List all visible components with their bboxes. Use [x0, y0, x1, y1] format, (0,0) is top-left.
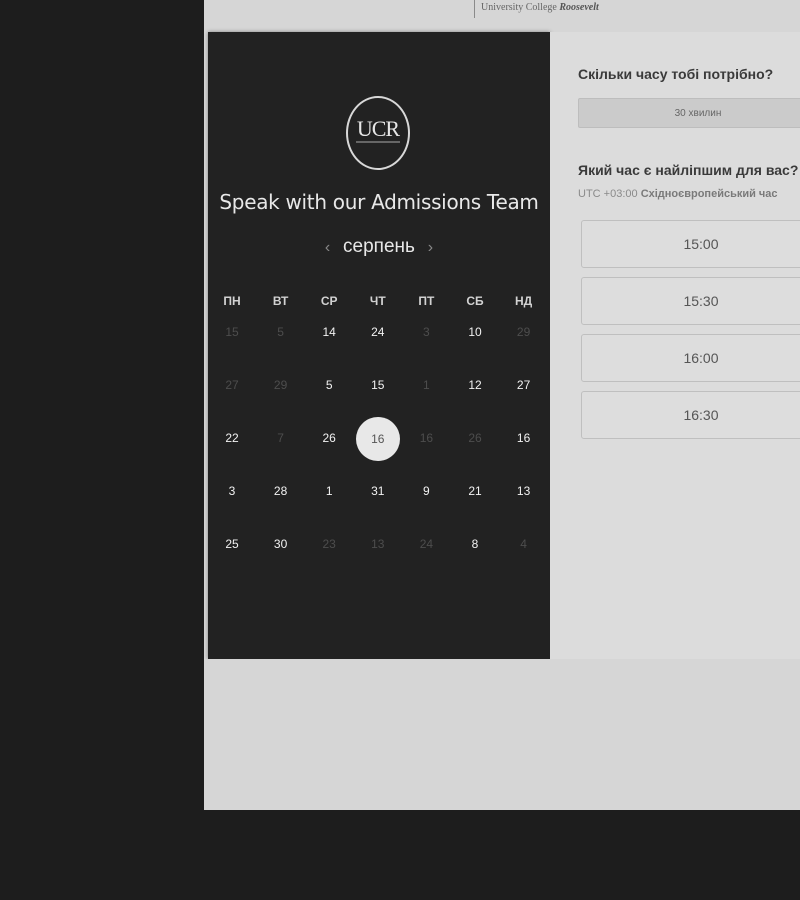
calendar-day: 29: [516, 325, 531, 339]
calendar-day-selected[interactable]: 16: [355, 417, 400, 461]
timezone-label[interactable]: UTC +03:00 Східноєвропейський час: [578, 188, 778, 200]
header-bar: University College Roosevelt: [204, 0, 800, 32]
chevron-left-icon[interactable]: ‹: [317, 239, 339, 257]
calendar-day: 26: [468, 431, 482, 445]
scheduler-widget: UCR Speak with our Admissions Team ‹ сер…: [208, 32, 800, 659]
calendar-panel: UCR Speak with our Admissions Team ‹ сер…: [208, 32, 550, 659]
time-slot-button[interactable]: 16:00: [581, 334, 800, 382]
calendar-day: 4: [520, 537, 527, 551]
calendar-day: 29: [273, 378, 288, 392]
duration-question: Скільки часу тобі потрібно?: [578, 66, 774, 82]
weekday-label: СР: [320, 294, 338, 308]
duration-button[interactable]: 30 хвилин: [578, 98, 800, 128]
brand-prefix: University College: [481, 2, 560, 13]
calendar-day[interactable]: 16: [504, 431, 544, 445]
calendar-day[interactable]: 30: [261, 537, 301, 551]
weekday-label: СБ: [466, 294, 484, 308]
page: University College Roosevelt UCR Speak w…: [204, 0, 800, 810]
calendar-day[interactable]: 27: [504, 378, 544, 392]
month-navigation: ‹ серпень ›: [208, 236, 550, 258]
calendar-day[interactable]: 12: [455, 378, 495, 392]
calendar-day: 27: [225, 378, 239, 392]
calendar-day: 24: [419, 537, 434, 551]
calendar-day[interactable]: 15: [358, 378, 398, 392]
calendar-day[interactable]: 10: [455, 325, 495, 339]
weekday-label: НД: [514, 294, 533, 308]
calendar-day: 5: [277, 325, 284, 339]
logo-text: UCR: [356, 116, 400, 141]
calendar-day: 16: [419, 431, 434, 445]
calendar-day[interactable]: 31: [358, 484, 398, 498]
calendar-day: 3: [423, 325, 430, 339]
calendar-day[interactable]: 8: [455, 537, 495, 551]
calendar-day[interactable]: 13: [504, 484, 544, 498]
calendar-day[interactable]: 14: [309, 325, 349, 339]
time-slot-button[interactable]: 15:00: [581, 220, 800, 268]
calendar-day[interactable]: 9: [406, 484, 446, 498]
brand-name: Roosevelt: [559, 2, 599, 13]
calendar-day[interactable]: 3: [212, 484, 252, 498]
logo-underline: [356, 141, 400, 143]
booking-panel: Скільки часу тобі потрібно? 30 хвилин Як…: [550, 32, 800, 659]
time-slot-button[interactable]: 15:30: [581, 277, 800, 325]
calendar-day[interactable]: 1: [309, 484, 349, 498]
calendar-day[interactable]: 22: [212, 431, 252, 445]
weekday-label: ПТ: [418, 294, 435, 308]
timezone-name: Східноєвропейський час: [640, 188, 778, 200]
weekday-label: ВТ: [272, 294, 289, 308]
chevron-right-icon[interactable]: ›: [419, 239, 441, 257]
ucr-logo-icon: UCR: [346, 96, 410, 170]
timezone-offset: UTC +03:00: [578, 188, 638, 200]
weekday-label: ЧТ: [369, 294, 386, 308]
calendar-day[interactable]: 26: [309, 431, 349, 445]
calendar-day: 7: [277, 431, 284, 445]
weekday-label: ПН: [223, 294, 241, 308]
page-footer-area: [204, 659, 800, 810]
calendar-day[interactable]: 28: [261, 484, 301, 498]
month-label: серпень: [343, 236, 415, 257]
calendar-day[interactable]: 25: [212, 537, 252, 551]
calendar-day[interactable]: 21: [455, 484, 495, 498]
brand-logo[interactable]: University College Roosevelt: [474, 0, 599, 18]
time-slot-button[interactable]: 16:30: [581, 391, 800, 439]
calendar-day[interactable]: 24: [358, 325, 398, 339]
calendar-day: 13: [371, 537, 385, 551]
time-question: Який час є найліпшим для вас?: [578, 162, 799, 178]
calendar-day: 15: [225, 325, 239, 339]
calendar-day: 1: [423, 378, 430, 392]
calendar-day: 23: [322, 537, 336, 551]
calendar-headline: Speak with our Admissions Team: [219, 190, 539, 214]
calendar-day[interactable]: 5: [309, 378, 349, 392]
